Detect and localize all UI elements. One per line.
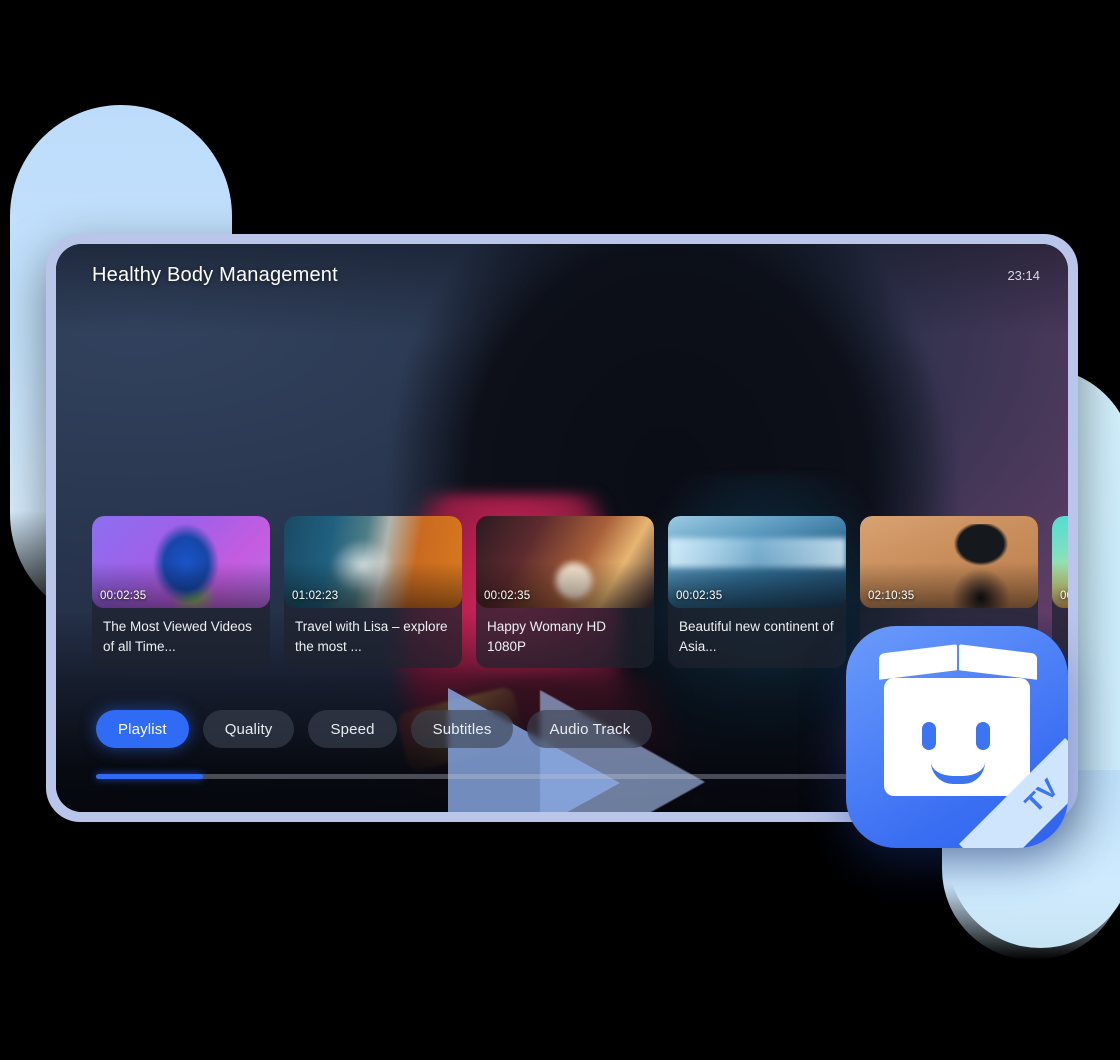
playlist-card[interactable]: 00:02:35 The Most Viewed Videos of all T…: [92, 516, 270, 669]
eye-left-icon: [922, 722, 936, 750]
play-triangle-front-icon: [448, 688, 620, 812]
box-flap-right-icon: [959, 644, 1037, 680]
playlist-card[interactable]: 00:02:35 Beautiful new continent of Asia…: [668, 516, 846, 669]
clock-label: 23:14: [1007, 267, 1040, 283]
playlist-card-title: Travel with Lisa – explore the most ...: [295, 619, 448, 654]
page-title: Healthy Body Management: [92, 263, 338, 286]
playlist-card-title: The Most Viewed Videos of all Time...: [103, 619, 252, 654]
player-option-tabs[interactable]: Playlist Quality Speed Subtitles Audio T…: [96, 710, 653, 748]
playlist-card[interactable]: 01:02:23 Travel with Lisa – explore the …: [284, 516, 462, 669]
page-root: Healthy Body Management 23:14 00:02:35 T…: [0, 0, 1120, 1060]
player-top-bar: Healthy Body Management 23:14: [56, 244, 1068, 306]
progress-bar-fill: [96, 774, 204, 779]
playlist-card-title: [1052, 608, 1068, 629]
duration-badge: 00:02:35: [100, 590, 147, 602]
playlist-card-title: Happy Womany HD 1080P: [487, 619, 607, 654]
tv-badge-label: TV: [1018, 771, 1065, 818]
playlist-thumbnail: 00:02:35: [668, 516, 846, 608]
duration-badge: 00:02:35: [676, 590, 723, 602]
tab-playlist[interactable]: Playlist: [96, 710, 189, 748]
playlist-card[interactable]: 00:02:35 Happy Womany HD 1080P: [476, 516, 654, 669]
playlist-card-title: Beautiful new continent of Asia...: [679, 619, 834, 654]
playlist-thumbnail: 02:10:35: [860, 516, 1038, 608]
playlist-thumbnail: 01:02:23: [284, 516, 462, 608]
tab-audio-track[interactable]: Audio Track: [527, 710, 653, 748]
duration-badge: 01:02:23: [292, 590, 339, 602]
playlist-thumbnail: 00:02:35: [476, 516, 654, 608]
duration-badge: 00:: [1060, 590, 1068, 602]
duration-badge: 00:02:35: [484, 590, 531, 602]
playlist-thumbnail: 00:02:35: [92, 516, 270, 608]
tab-speed[interactable]: Speed: [308, 710, 397, 748]
tab-quality[interactable]: Quality: [202, 710, 295, 748]
tab-subtitles[interactable]: Subtitles: [410, 710, 514, 748]
duration-badge: 02:10:35: [868, 590, 915, 602]
box-flap-left-icon: [879, 644, 957, 680]
playlist-thumbnail: 00:: [1052, 516, 1068, 608]
video-player-app-icon[interactable]: TV: [846, 626, 1068, 848]
eye-right-icon: [976, 722, 990, 750]
